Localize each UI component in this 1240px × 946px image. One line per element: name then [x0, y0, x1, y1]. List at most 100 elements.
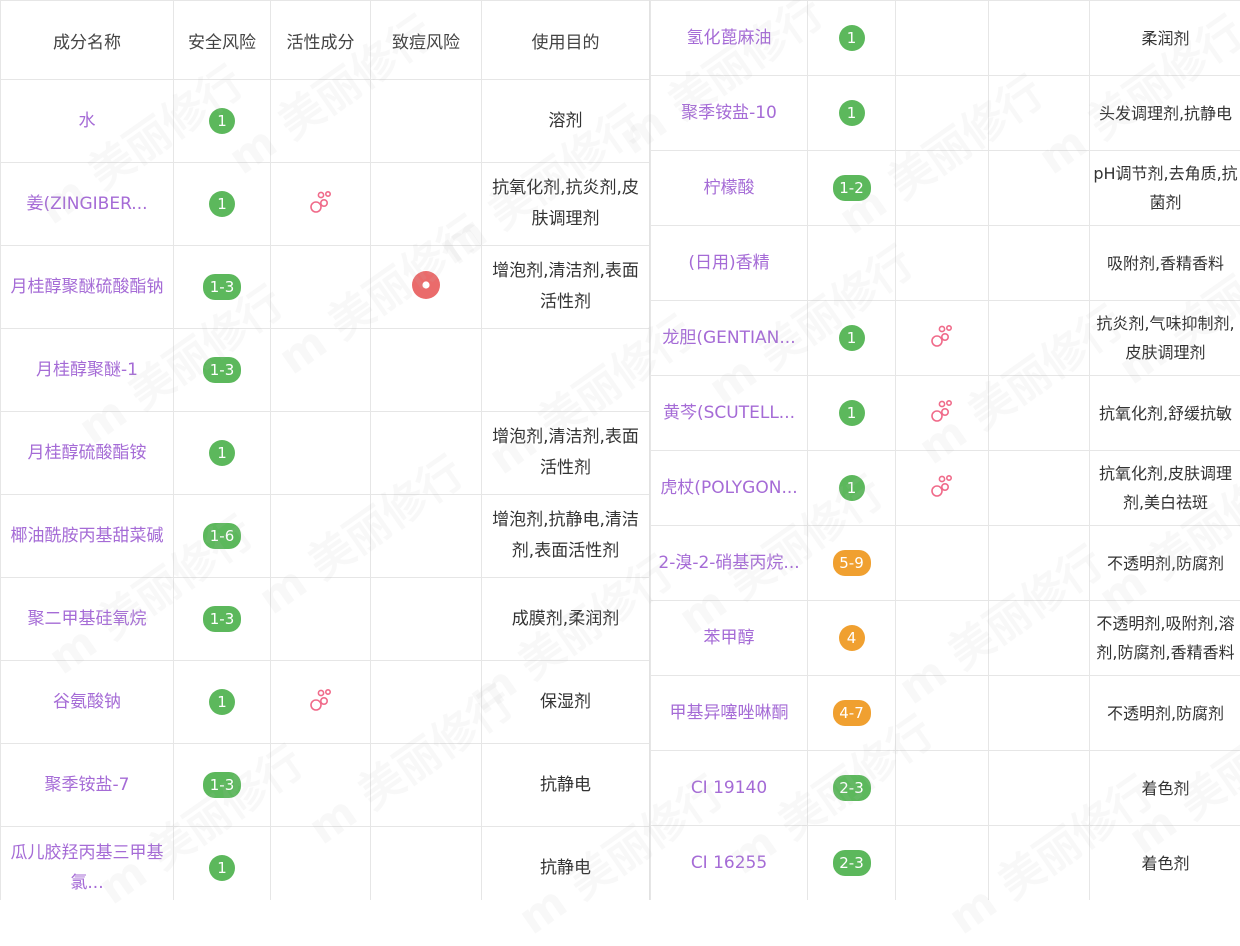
acne-risk-dot-icon: [411, 270, 441, 300]
table-row[interactable]: 月桂醇聚醚-1 1-3: [1, 329, 650, 412]
acne-risk-cell: [989, 826, 1090, 901]
ingredient-name-cell[interactable]: 龙胆(GENTIAN...: [651, 301, 808, 376]
ingredient-name-cell[interactable]: 月桂醇聚醚-1: [1, 329, 174, 412]
ingredient-name-link[interactable]: 月桂醇硫酸酯铵: [28, 443, 147, 463]
table-row[interactable]: 月桂醇硫酸酯铵1增泡剂,清洁剂,表面活性剂: [1, 412, 650, 495]
ingredient-name-cell[interactable]: 水: [1, 80, 174, 163]
ingredient-name-link[interactable]: 月桂醇聚醚硫酸酯钠: [11, 277, 164, 297]
active-ingredient-cell: [896, 151, 989, 226]
ingredient-name-cell[interactable]: 椰油酰胺丙基甜菜碱: [1, 495, 174, 578]
active-ingredient-cell: [271, 495, 371, 578]
table-row[interactable]: 聚季铵盐-101头发调理剂,抗静电: [651, 76, 1240, 151]
active-ingredient-cell: [271, 80, 371, 163]
table-row[interactable]: 月桂醇聚醚硫酸酯钠1-3增泡剂,清洁剂,表面活性剂: [1, 246, 650, 329]
safety-risk-cell: 1: [808, 76, 896, 151]
ingredient-name-link[interactable]: 水: [79, 111, 96, 131]
ingredient-name-cell[interactable]: (日用)香精: [651, 226, 808, 301]
table-row[interactable]: 龙胆(GENTIAN...1抗炎剂,气味抑制剂,皮肤调理剂: [651, 301, 1240, 376]
left-table: 成分名称 安全风险 活性成分 致痘风险 使用目的 水1溶剂姜(ZINGIBER.…: [0, 0, 649, 900]
ingredient-name-cell[interactable]: 黄芩(SCUTELL...: [651, 376, 808, 451]
ingredient-name-link[interactable]: 黄芩(SCUTELL...: [663, 403, 795, 423]
ingredient-name-link[interactable]: CI 16255: [691, 853, 767, 873]
table-row[interactable]: 黄芩(SCUTELL...1抗氧化剂,舒缓抗敏: [651, 376, 1240, 451]
table-row[interactable]: 虎杖(POLYGON...1抗氧化剂,皮肤调理剂,美白祛斑: [651, 451, 1240, 526]
table-row[interactable]: CI 191402-3着色剂: [651, 751, 1240, 826]
ingredient-name-cell[interactable]: 苯甲醇: [651, 601, 808, 676]
safety-score-badge: 5-9: [833, 550, 871, 576]
ingredient-name-cell[interactable]: 甲基异噻唑啉酮: [651, 676, 808, 751]
safety-risk-cell: 1: [808, 451, 896, 526]
table-row[interactable]: 姜(ZINGIBER...1抗氧化剂,抗炎剂,皮肤调理剂: [1, 163, 650, 246]
ingredient-name-cell[interactable]: 月桂醇硫酸酯铵: [1, 412, 174, 495]
safety-risk-cell: 1: [808, 301, 896, 376]
table-row[interactable]: 苯甲醇4不透明剂,吸附剂,溶剂,防腐剂,香精香料: [651, 601, 1240, 676]
ingredient-name-link[interactable]: 聚季铵盐-7: [45, 775, 130, 795]
table-row[interactable]: (日用)香精吸附剂,香精香料: [651, 226, 1240, 301]
ingredient-name-link[interactable]: 氢化蓖麻油: [687, 28, 772, 48]
table-row[interactable]: 聚季铵盐-71-3抗静电: [1, 744, 650, 827]
ingredient-name-link[interactable]: CI 19140: [691, 778, 767, 798]
acne-risk-cell: [371, 163, 482, 246]
ingredient-name-link[interactable]: 2-溴-2-硝基丙烷...: [658, 553, 799, 573]
table-row[interactable]: 柠檬酸1-2pH调节剂,去角质,抗菌剂: [651, 151, 1240, 226]
table-row[interactable]: CI 162552-3着色剂: [651, 826, 1240, 901]
acne-risk-cell: [371, 495, 482, 578]
ingredient-name-cell[interactable]: 月桂醇聚醚硫酸酯钠: [1, 246, 174, 329]
ingredient-name-link[interactable]: 龙胆(GENTIAN...: [662, 328, 795, 348]
table-row[interactable]: 谷氨酸钠1保湿剂: [1, 661, 650, 744]
ingredient-name-link[interactable]: (日用)香精: [688, 253, 769, 273]
safety-risk-cell: 1: [174, 163, 271, 246]
ingredient-name-cell[interactable]: 聚季铵盐-7: [1, 744, 174, 827]
ingredient-name-link[interactable]: 柠檬酸: [704, 178, 755, 198]
ingredient-name-cell[interactable]: 柠檬酸: [651, 151, 808, 226]
ingredient-name-link[interactable]: 苯甲醇: [704, 628, 755, 648]
table-row[interactable]: 水1溶剂: [1, 80, 650, 163]
safety-score-badge: 1: [209, 440, 235, 466]
ingredient-name-link[interactable]: 甲基异噻唑啉酮: [670, 703, 789, 723]
safety-risk-cell: 4: [808, 601, 896, 676]
active-bubbles-icon: [928, 472, 956, 500]
safety-score-badge: 1-3: [203, 357, 241, 383]
ingredient-name-cell[interactable]: 谷氨酸钠: [1, 661, 174, 744]
active-bubbles-icon: [307, 686, 335, 714]
ingredient-name-link[interactable]: 虎杖(POLYGON...: [660, 478, 797, 498]
safety-score-badge: 1: [839, 475, 865, 501]
ingredient-name-cell[interactable]: 虎杖(POLYGON...: [651, 451, 808, 526]
safety-risk-cell: 1: [174, 661, 271, 744]
table-row[interactable]: 氢化蓖麻油1柔润剂: [651, 1, 1240, 76]
ingredient-name-link[interactable]: 聚季铵盐-10: [681, 103, 777, 123]
ingredient-name-link[interactable]: 聚二甲基硅氧烷: [28, 609, 147, 629]
ingredient-name-link[interactable]: 谷氨酸钠: [53, 692, 121, 712]
ingredient-name-link[interactable]: 月桂醇聚醚-1: [36, 360, 138, 380]
table-row[interactable]: 椰油酰胺丙基甜菜碱1-6增泡剂,抗静电,清洁剂,表面活性剂: [1, 495, 650, 578]
ingredient-name-cell[interactable]: 姜(ZINGIBER...: [1, 163, 174, 246]
safety-risk-cell: 1-3: [174, 246, 271, 329]
safety-risk-cell: 5-9: [808, 526, 896, 601]
ingredient-name-cell[interactable]: 瓜儿胶羟丙基三甲基氯...: [1, 827, 174, 901]
active-bubbles-icon: [928, 322, 956, 350]
ingredient-name-cell[interactable]: CI 19140: [651, 751, 808, 826]
table-row[interactable]: 瓜儿胶羟丙基三甲基氯...1抗静电: [1, 827, 650, 901]
ingredient-name-link[interactable]: 瓜儿胶羟丙基三甲基氯...: [11, 843, 164, 893]
safety-risk-cell: 1-3: [174, 578, 271, 661]
table-row[interactable]: 甲基异噻唑啉酮4-7不透明剂,防腐剂: [651, 676, 1240, 751]
usage-purpose-cell: 不透明剂,防腐剂: [1090, 676, 1240, 751]
usage-purpose-cell: 溶剂: [482, 80, 650, 163]
ingredient-name-cell[interactable]: 聚二甲基硅氧烷: [1, 578, 174, 661]
acne-risk-cell: [371, 329, 482, 412]
table-row[interactable]: 聚二甲基硅氧烷 1-3 成膜剂,柔润剂: [1, 578, 650, 661]
ingredient-table-right: 氢化蓖麻油1柔润剂聚季铵盐-101头发调理剂,抗静电柠檬酸1-2pH调节剂,去角…: [649, 0, 1240, 900]
header-purpose: 使用目的: [482, 1, 650, 80]
ingredient-name-link[interactable]: 椰油酰胺丙基甜菜碱: [11, 526, 164, 546]
active-ingredient-cell: [896, 751, 989, 826]
ingredient-name-cell[interactable]: 2-溴-2-硝基丙烷...: [651, 526, 808, 601]
ingredient-name-cell[interactable]: 氢化蓖麻油: [651, 1, 808, 76]
usage-purpose-cell: 成膜剂,柔润剂: [482, 578, 650, 661]
ingredient-name-cell[interactable]: CI 16255: [651, 826, 808, 901]
usage-purpose-cell: 着色剂: [1090, 751, 1240, 826]
right-table: 氢化蓖麻油1柔润剂聚季铵盐-101头发调理剂,抗静电柠檬酸1-2pH调节剂,去角…: [650, 0, 1240, 900]
active-ingredient-cell: [271, 412, 371, 495]
ingredient-name-cell[interactable]: 聚季铵盐-10: [651, 76, 808, 151]
ingredient-name-link[interactable]: 姜(ZINGIBER...: [26, 194, 147, 214]
table-row[interactable]: 2-溴-2-硝基丙烷...5-9不透明剂,防腐剂: [651, 526, 1240, 601]
